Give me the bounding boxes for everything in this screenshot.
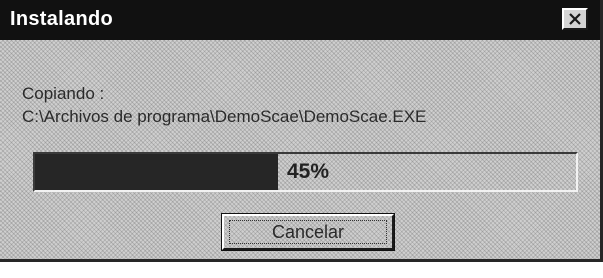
cancel-button-label: Cancelar bbox=[229, 220, 387, 244]
close-button[interactable] bbox=[562, 8, 588, 30]
close-icon bbox=[569, 13, 581, 25]
title-bar[interactable]: Instalando bbox=[0, 0, 600, 40]
install-dialog: Instalando Copiando : C:\Archivos de pro… bbox=[0, 0, 603, 262]
window-title: Instalando bbox=[10, 8, 114, 30]
status-label: Copiando : bbox=[22, 84, 105, 103]
progress-bar: 45% bbox=[33, 152, 578, 192]
progress-fill bbox=[35, 154, 279, 190]
current-file-path: C:\Archivos de programa\DemoScae\DemoSca… bbox=[22, 107, 427, 126]
progress-percent: 45% bbox=[287, 160, 330, 183]
cancel-button[interactable]: Cancelar bbox=[221, 213, 395, 251]
